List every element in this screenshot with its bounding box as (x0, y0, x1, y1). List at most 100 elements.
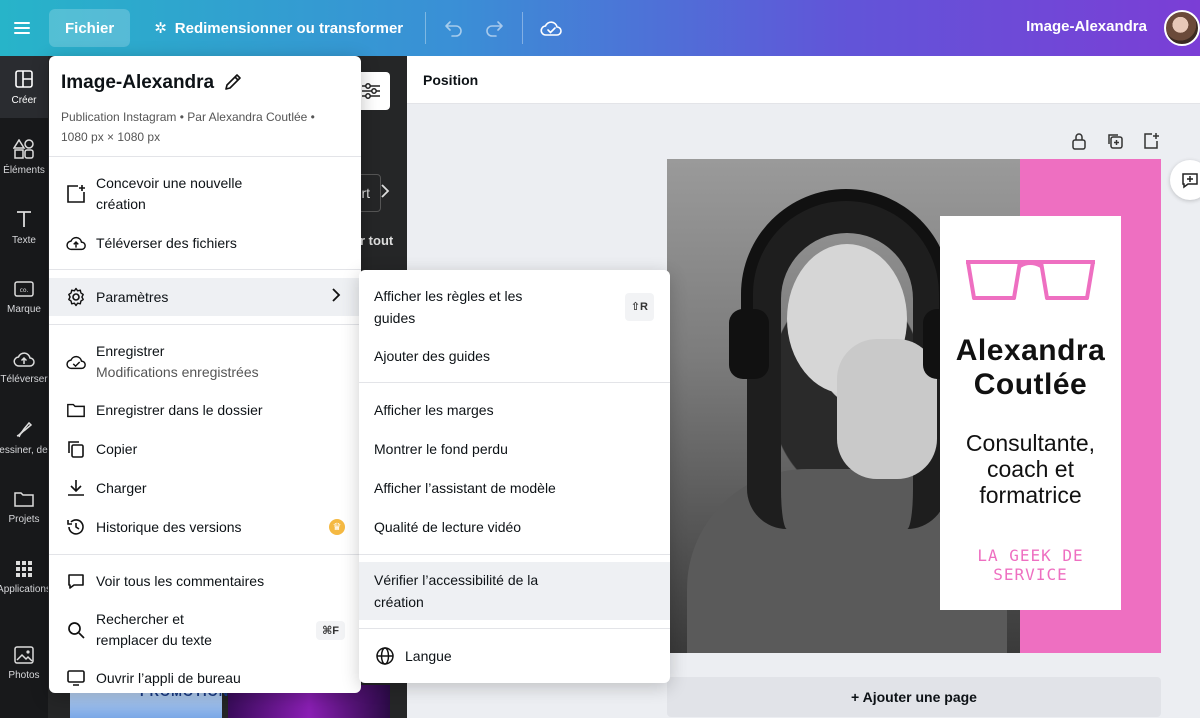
menu-item-copy[interactable]: Copier (49, 435, 361, 463)
rail-item-elements[interactable]: Éléments (0, 126, 48, 188)
menu-item-version-history[interactable]: Historique des versions ♛ (49, 513, 361, 541)
left-rail: Créer Éléments Texte co. Marque Télévers… (0, 56, 48, 718)
menu-item-label: Copier (96, 440, 138, 457)
design-page[interactable]: Alexandra Coutlée Consultante, coach et … (667, 159, 1161, 653)
menu-item-video-quality[interactable]: Qualité de lecture vidéo (359, 516, 670, 538)
rail-item-brand[interactable]: co. Marque (0, 266, 48, 328)
label-line: Afficher les règles et les (374, 288, 523, 304)
duplicate-page-icon[interactable] (1103, 131, 1127, 151)
text-card[interactable]: Alexandra Coutlée Consultante, coach et … (940, 216, 1121, 610)
menu-item-label: Téléverser des fichiers (96, 234, 237, 251)
design-name[interactable]: Alexandra Coutlée (940, 334, 1121, 402)
divider (359, 382, 670, 383)
label-line: guides (374, 310, 416, 326)
menu-item-comments[interactable]: Voir tous les commentaires (49, 567, 361, 595)
menu-item-template-assistant[interactable]: Afficher l’assistant de modèle (359, 477, 670, 499)
cloud-saved-icon[interactable] (531, 9, 571, 47)
menu-item-label: Enregistrer Modifications enregistrées (96, 341, 259, 383)
role-line: Consultante, (965, 430, 1096, 456)
menu-item-label: Vérifier l’accessibilité de la création (374, 569, 538, 613)
rail-item-text[interactable]: Texte (0, 196, 48, 258)
add-page-button[interactable]: + Ajouter une page (667, 677, 1161, 717)
role-line: formatrice (979, 482, 1082, 508)
rail-item-draw[interactable]: Dessiner, de... (0, 406, 48, 468)
label-line: Rechercher et (96, 611, 184, 627)
file-menu-button[interactable]: Fichier (49, 9, 131, 47)
menu-item-label: Historique des versions (96, 518, 242, 535)
file-menu: Image-Alexandra Publication Instagram • … (49, 56, 361, 693)
meta-line: Publication Instagram • Par Alexandra Co… (61, 110, 315, 124)
menu-item-download[interactable]: Charger (49, 474, 361, 502)
rail-label: Téléverser (0, 373, 48, 385)
pencil-icon[interactable] (223, 72, 245, 94)
headphone-cup (729, 309, 769, 379)
chevron-right-icon (331, 287, 341, 307)
menu-item-label: Ouvrir l’appli de bureau (96, 669, 241, 686)
label-line: Concevoir une nouvelle (96, 175, 243, 191)
history-icon (65, 516, 87, 538)
menu-item-new-design[interactable]: Concevoir une nouvelle création (49, 172, 361, 216)
menu-item-rulers-guides[interactable]: Afficher les règles et les guides ⇧R (359, 285, 670, 329)
hamburger-icon[interactable] (0, 9, 44, 47)
menu-item-label: Afficher les règles et les guides (374, 285, 522, 329)
divider (49, 269, 361, 270)
rail-item-photos[interactable]: Photos (0, 632, 48, 694)
top-toolbar: Fichier ✲ Redimensionner ou transformer … (0, 0, 1200, 56)
gear-icon (65, 286, 87, 308)
menu-item-save-folder[interactable]: Enregistrer dans le dossier (49, 396, 361, 424)
headphones (741, 189, 951, 339)
menu-item-label: Enregistrer dans le dossier (96, 401, 263, 418)
menu-item-margins[interactable]: Afficher les marges (359, 399, 670, 421)
rail-item-apps[interactable]: Applications (0, 546, 48, 608)
menu-item-language[interactable]: Langue (359, 644, 670, 668)
lock-icon[interactable] (1067, 131, 1091, 151)
folder-icon (14, 491, 34, 507)
document-title[interactable]: Image-Alexandra (1026, 18, 1147, 35)
redo-icon[interactable] (474, 9, 514, 47)
name-line: Coutlée (973, 368, 1088, 401)
rail-label: Texte (12, 234, 36, 246)
label-line: création (96, 196, 146, 212)
menu-document-title[interactable]: Image-Alexandra (61, 72, 214, 94)
brand-icon: co. (14, 280, 34, 297)
menu-item-label: Langue (405, 648, 452, 664)
menu-item-bleed[interactable]: Montrer le fond perdu (359, 438, 670, 460)
apps-icon (16, 560, 32, 577)
label-line: Enregistrer (96, 343, 165, 359)
see-all-link[interactable]: r tout (360, 233, 393, 248)
upload-icon (13, 351, 35, 367)
add-page-icon[interactable] (1139, 131, 1163, 151)
menu-item-label: Rechercher et remplacer du texte (96, 609, 212, 651)
rail-label: Photos (8, 669, 40, 681)
menu-item-label: Qualité de lecture vidéo (374, 519, 522, 535)
sparkle-icon: ✲ (154, 20, 167, 37)
menu-item-desktop-app[interactable]: Ouvrir l’appli de bureau (49, 664, 361, 692)
undo-icon[interactable] (434, 9, 474, 47)
folder-icon (65, 399, 87, 421)
rail-item-upload[interactable]: Téléverser (0, 336, 48, 398)
avatar[interactable] (1164, 10, 1200, 46)
menu-item-settings[interactable]: Paramètres (49, 278, 361, 316)
menu-item-upload[interactable]: Téléverser des fichiers (49, 229, 361, 257)
rail-item-projects[interactable]: Projets (0, 476, 48, 538)
design-role[interactable]: Consultante, coach et formatrice (940, 430, 1121, 508)
resize-button[interactable]: ✲ Redimensionner ou transformer (140, 9, 417, 47)
menu-item-find-replace[interactable]: Rechercher et remplacer du texte ⌘F (49, 608, 361, 652)
menu-item-add-guides[interactable]: Ajouter des guides (359, 345, 670, 367)
rail-label: Créer (11, 94, 37, 106)
shortcut-badge: ⇧R (624, 293, 654, 321)
cloud-check-icon (65, 351, 87, 373)
chevron-right-icon[interactable] (380, 184, 390, 203)
shortcut-badge: ⌘F (316, 620, 345, 640)
design-tagline[interactable]: LA GEEK DE SERVICE (940, 546, 1121, 584)
rail-label: Projets (8, 513, 40, 525)
menu-item-save[interactable]: Enregistrer Modifications enregistrées (49, 340, 361, 384)
shapes-icon (13, 138, 34, 159)
position-button[interactable]: Position (423, 72, 478, 88)
rail-label: Applications (0, 583, 48, 595)
menu-item-label: Ajouter des guides (374, 348, 490, 364)
photo-icon (14, 645, 34, 664)
menu-item-accessibility[interactable]: Vérifier l’accessibilité de la création (359, 562, 670, 620)
rail-item-create[interactable]: Créer (0, 56, 48, 118)
toolbar-divider (522, 12, 524, 44)
